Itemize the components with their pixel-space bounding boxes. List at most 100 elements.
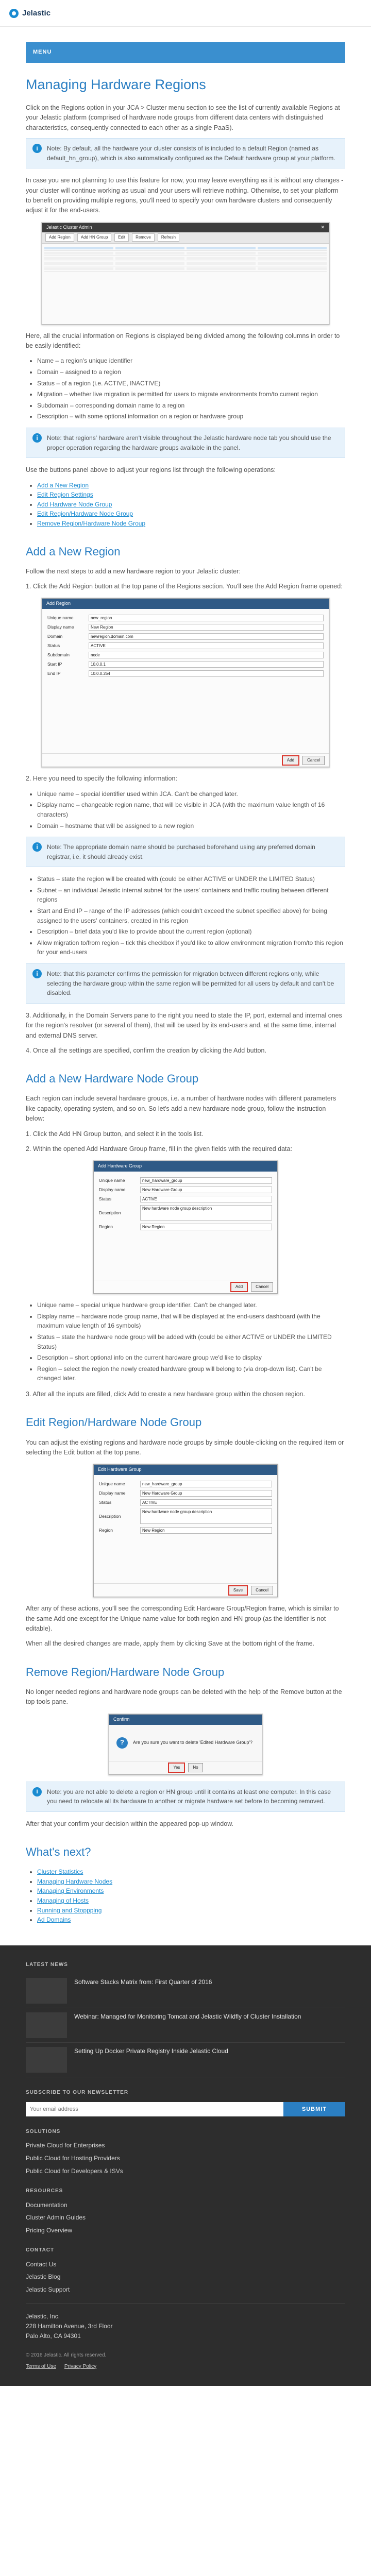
field-label: Description: [99, 1210, 121, 1215]
footer-link[interactable]: Contact Us: [26, 2260, 345, 2269]
table-row[interactable]: [44, 266, 327, 272]
footer-link[interactable]: Jelastic Blog: [26, 2272, 345, 2282]
terms-link[interactable]: Terms of Use: [26, 2363, 56, 2371]
next-link[interactable]: Cluster Statistics: [37, 1868, 83, 1875]
description-field[interactable]: New hardware node group description: [140, 1205, 272, 1221]
intro-paragraph: Click on the Regions option in your JCA …: [26, 104, 340, 131]
subdomain-field[interactable]: node: [89, 651, 324, 658]
news-thumbnail: [26, 2012, 67, 2039]
yes-button[interactable]: Yes: [168, 1762, 185, 1773]
privacy-link[interactable]: Privacy Policy: [64, 2363, 96, 2371]
logo[interactable]: Jelastic: [9, 7, 50, 19]
region-select[interactable]: New Region: [140, 1223, 272, 1230]
form-footer: Add Cancel: [42, 753, 329, 767]
form-body: Unique name new_hardware_group Display na…: [94, 1475, 277, 1583]
unique-name-field[interactable]: new_region: [89, 614, 324, 621]
save-button[interactable]: Save: [228, 1585, 248, 1596]
list-item: Allow migration to/from region – tick th…: [37, 938, 345, 957]
news-thumbnail: [26, 2047, 67, 2073]
footer-link[interactable]: Jelastic Support: [26, 2285, 345, 2295]
news-item[interactable]: Setting Up Docker Private Registry Insid…: [26, 2043, 345, 2078]
unique-name-field[interactable]: new_hardware_group: [140, 1177, 272, 1184]
news-item[interactable]: Webinar: Managed for Monitoring Tomcat a…: [26, 2008, 345, 2043]
table-row[interactable]: [44, 256, 327, 261]
description-field[interactable]: New hardware node group description: [140, 1509, 272, 1524]
logo-text: Jelastic: [22, 8, 51, 18]
add-button[interactable]: Add: [230, 1281, 248, 1292]
news-title[interactable]: Software Stacks Matrix from: First Quart…: [74, 1978, 212, 2004]
remove-button[interactable]: Remove: [132, 233, 155, 242]
domain-field[interactable]: newregion.domain.com: [89, 633, 324, 640]
article: Managing Hardware Regions Click on the R…: [0, 74, 371, 1925]
link-add-hn-group[interactable]: Add Hardware Node Group: [37, 501, 112, 508]
cancel-button[interactable]: Cancel: [251, 1585, 273, 1595]
email-input[interactable]: [26, 2102, 283, 2116]
link-edit-group[interactable]: Edit Region/Hardware Node Group: [37, 510, 133, 517]
regions-window: Jelastic Cluster Admin ✕ Add Region Add H…: [42, 222, 329, 325]
address-line: 228 Hamilton Avenue, 3rd Floor: [26, 2322, 113, 2330]
footer-link[interactable]: Private Cloud for Enterprises: [26, 2141, 345, 2150]
field-label: Unique name: [47, 615, 74, 620]
footer-link[interactable]: Documentation: [26, 2200, 345, 2210]
regions-screenshot: Jelastic Cluster Admin ✕ Add Region Add H…: [41, 222, 330, 325]
subscribe-form: SUBMIT: [26, 2102, 345, 2116]
news-title[interactable]: Webinar: Managed for Monitoring Tomcat a…: [74, 2012, 301, 2038]
link-edit-region[interactable]: Edit Region Settings: [37, 491, 93, 498]
field-label: Subdomain: [47, 652, 70, 657]
cancel-button[interactable]: Cancel: [251, 1282, 273, 1292]
add-button[interactable]: Add: [281, 755, 300, 766]
table-row[interactable]: [44, 251, 327, 256]
table-row[interactable]: [44, 261, 327, 266]
menu-button[interactable]: MENU: [33, 48, 52, 57]
news-item[interactable]: Software Stacks Matrix from: First Quart…: [26, 1974, 345, 2009]
region-select[interactable]: New Region: [140, 1527, 272, 1534]
add-region-form: Add Region Unique name new_region Display…: [42, 598, 329, 768]
status-select[interactable]: ACTIVE: [140, 1499, 272, 1506]
display-name-field[interactable]: New Hardware Group: [140, 1489, 272, 1497]
address: Jelastic, Inc. 228 Hamilton Avenue, 3rd …: [26, 2312, 345, 2342]
footer-link[interactable]: Pricing Overview: [26, 2226, 345, 2235]
form-title: Add Region: [42, 599, 329, 609]
status-select[interactable]: ACTIVE: [89, 642, 324, 649]
end-ip-field[interactable]: 10.0.0.254: [89, 670, 324, 677]
add-region-screenshot: Add Region Unique name new_region Display…: [41, 598, 330, 768]
add-hn-group-button[interactable]: Add HN Group: [77, 233, 112, 242]
add-group-form: Add Hardware Group Unique name new_hardwa…: [93, 1161, 278, 1294]
footer-link[interactable]: Cluster Admin Guides: [26, 2213, 345, 2223]
add-region-button[interactable]: Add Region: [45, 233, 74, 242]
confirm-dialog: Confirm ? Are you sure you want to delet…: [109, 1714, 262, 1775]
info-icon: i: [32, 969, 42, 979]
table-row[interactable]: [44, 246, 327, 251]
next-link[interactable]: Managing Hardware Nodes: [37, 1878, 112, 1885]
window-title: Jelastic Cluster Admin ✕: [42, 223, 329, 232]
link-remove-group[interactable]: Remove Region/Hardware Node Group: [37, 520, 145, 527]
actions-intro: Use the buttons panel above to adjust yo…: [26, 466, 276, 474]
link-add-region[interactable]: Add a New Region: [37, 482, 89, 489]
paragraph: 3. Additionally, in the Domain Servers p…: [26, 1011, 342, 1039]
list-item: Status – of a region (i.e. ACTIVE, INACT…: [37, 379, 345, 388]
submit-button[interactable]: SUBMIT: [283, 2102, 345, 2116]
no-button[interactable]: No: [188, 1762, 203, 1773]
footer-link[interactable]: Public Cloud for Developers & ISVs: [26, 2166, 345, 2176]
cancel-button[interactable]: Cancel: [302, 755, 325, 766]
next-link[interactable]: Ad Domains: [37, 1916, 71, 1923]
display-name-field[interactable]: New Hardware Group: [140, 1186, 272, 1193]
status-select[interactable]: ACTIVE: [140, 1195, 272, 1202]
start-ip-field[interactable]: 10.0.0.1: [89, 660, 324, 668]
note-box: i Note: that this parameter confirms the…: [26, 963, 345, 1004]
next-link[interactable]: Managing Environments: [37, 1887, 104, 1894]
news-title[interactable]: Setting Up Docker Private Registry Insid…: [74, 2047, 228, 2073]
display-name-field[interactable]: New Region: [89, 623, 324, 631]
list-item: Region – select the region the newly cre…: [37, 1364, 345, 1383]
next-link[interactable]: Running and Stoppping: [37, 1907, 102, 1914]
section-title-add-region: Add a New Region: [26, 545, 121, 558]
refresh-button[interactable]: Refresh: [157, 233, 179, 242]
dialog-text: Are you sure you want to delete 'Edited …: [133, 1739, 253, 1745]
remove-dialog-screenshot: Confirm ? Are you sure you want to delet…: [108, 1713, 263, 1775]
form-title: Edit Hardware Group: [94, 1465, 277, 1476]
field-label: Description: [99, 1513, 121, 1519]
footer-link[interactable]: Public Cloud for Hosting Providers: [26, 2154, 345, 2163]
edit-button[interactable]: Edit: [114, 233, 129, 242]
next-link[interactable]: Managing of Hosts: [37, 1897, 89, 1904]
contact-heading: Contact: [26, 2247, 55, 2253]
